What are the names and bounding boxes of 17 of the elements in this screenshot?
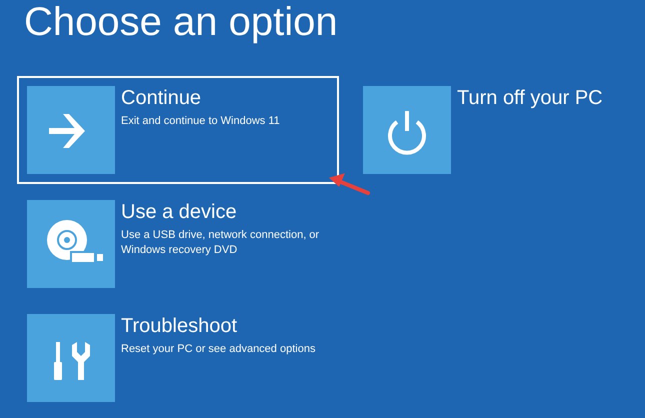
option-description: Reset your PC or see advanced options xyxy=(121,342,316,357)
option-label: Turn off your PC xyxy=(457,86,603,110)
option-card[interactable]: Turn off your PC xyxy=(353,76,645,184)
option-label: Troubleshoot xyxy=(121,314,238,338)
option-description: Use a USB drive, network connection, or Windows recovery DVD xyxy=(121,228,320,258)
option-label: Continue xyxy=(121,86,202,110)
option-label: Use a device xyxy=(121,200,238,224)
annotation-arrow xyxy=(328,173,370,195)
drive-icon xyxy=(47,220,103,264)
option-card[interactable]: Continue Exit and continue to Windows 11 xyxy=(17,76,339,184)
power-icon xyxy=(388,111,426,155)
option-description: Exit and continue to Windows 11 xyxy=(121,114,280,129)
arrow-icon xyxy=(49,114,85,148)
page-title: Choose an option xyxy=(23,0,339,44)
tools-icon xyxy=(54,342,90,380)
option-card[interactable]: Use a device Use a USB drive, network connection, or Windows recovery DVD xyxy=(17,190,339,298)
option-card[interactable]: Troubleshoot Reset your PC or see advanced options xyxy=(17,304,339,412)
